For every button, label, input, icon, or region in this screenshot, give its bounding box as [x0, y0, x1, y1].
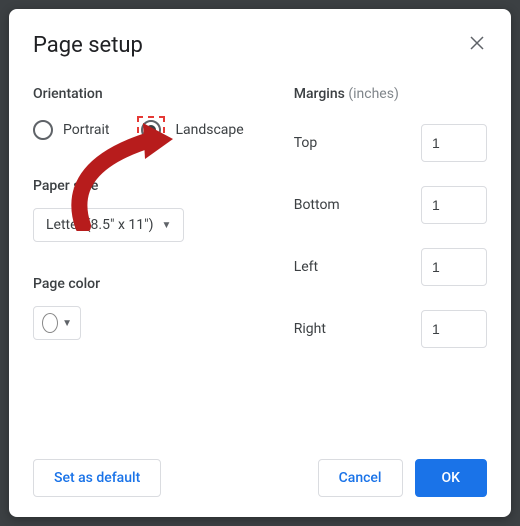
page-color-label: Page color [33, 276, 244, 292]
margin-right-input[interactable] [421, 310, 487, 348]
page-color-select[interactable]: ▼ [33, 306, 81, 340]
margin-right-label: Right [294, 321, 326, 337]
margin-bottom-label: Bottom [294, 197, 340, 213]
orientation-landscape[interactable]: Landscape [137, 116, 243, 144]
margin-bottom-input[interactable] [421, 186, 487, 224]
radio-icon [141, 120, 161, 140]
margin-top-label: Top [294, 135, 318, 151]
color-swatch-icon [42, 313, 58, 333]
paper-size-label: Paper size [33, 178, 244, 194]
chevron-down-icon: ▼ [161, 220, 171, 231]
margins-label: Margins (inches) [294, 86, 487, 102]
close-button[interactable] [465, 31, 489, 55]
margins-unit: (inches) [348, 86, 399, 102]
ok-button[interactable]: OK [415, 459, 488, 497]
paper-size-select[interactable]: Letter (8.5" x 11") ▼ [33, 208, 184, 242]
margin-left-label: Left [294, 259, 318, 275]
landscape-label: Landscape [175, 122, 243, 138]
close-icon [470, 36, 484, 50]
set-default-button[interactable]: Set as default [33, 459, 161, 497]
page-setup-dialog: Page setup Orientation Portrait Landscap… [9, 9, 511, 517]
orientation-label: Orientation [33, 86, 244, 102]
dialog-title: Page setup [33, 33, 487, 58]
annotation-highlight [137, 116, 165, 144]
margin-left-input[interactable] [421, 248, 487, 286]
paper-size-value: Letter (8.5" x 11") [46, 217, 153, 233]
portrait-label: Portrait [63, 122, 109, 138]
cancel-button[interactable]: Cancel [318, 459, 403, 497]
chevron-down-icon: ▼ [62, 318, 72, 329]
radio-icon [33, 120, 53, 140]
orientation-portrait[interactable]: Portrait [33, 120, 109, 140]
margin-top-input[interactable] [421, 124, 487, 162]
